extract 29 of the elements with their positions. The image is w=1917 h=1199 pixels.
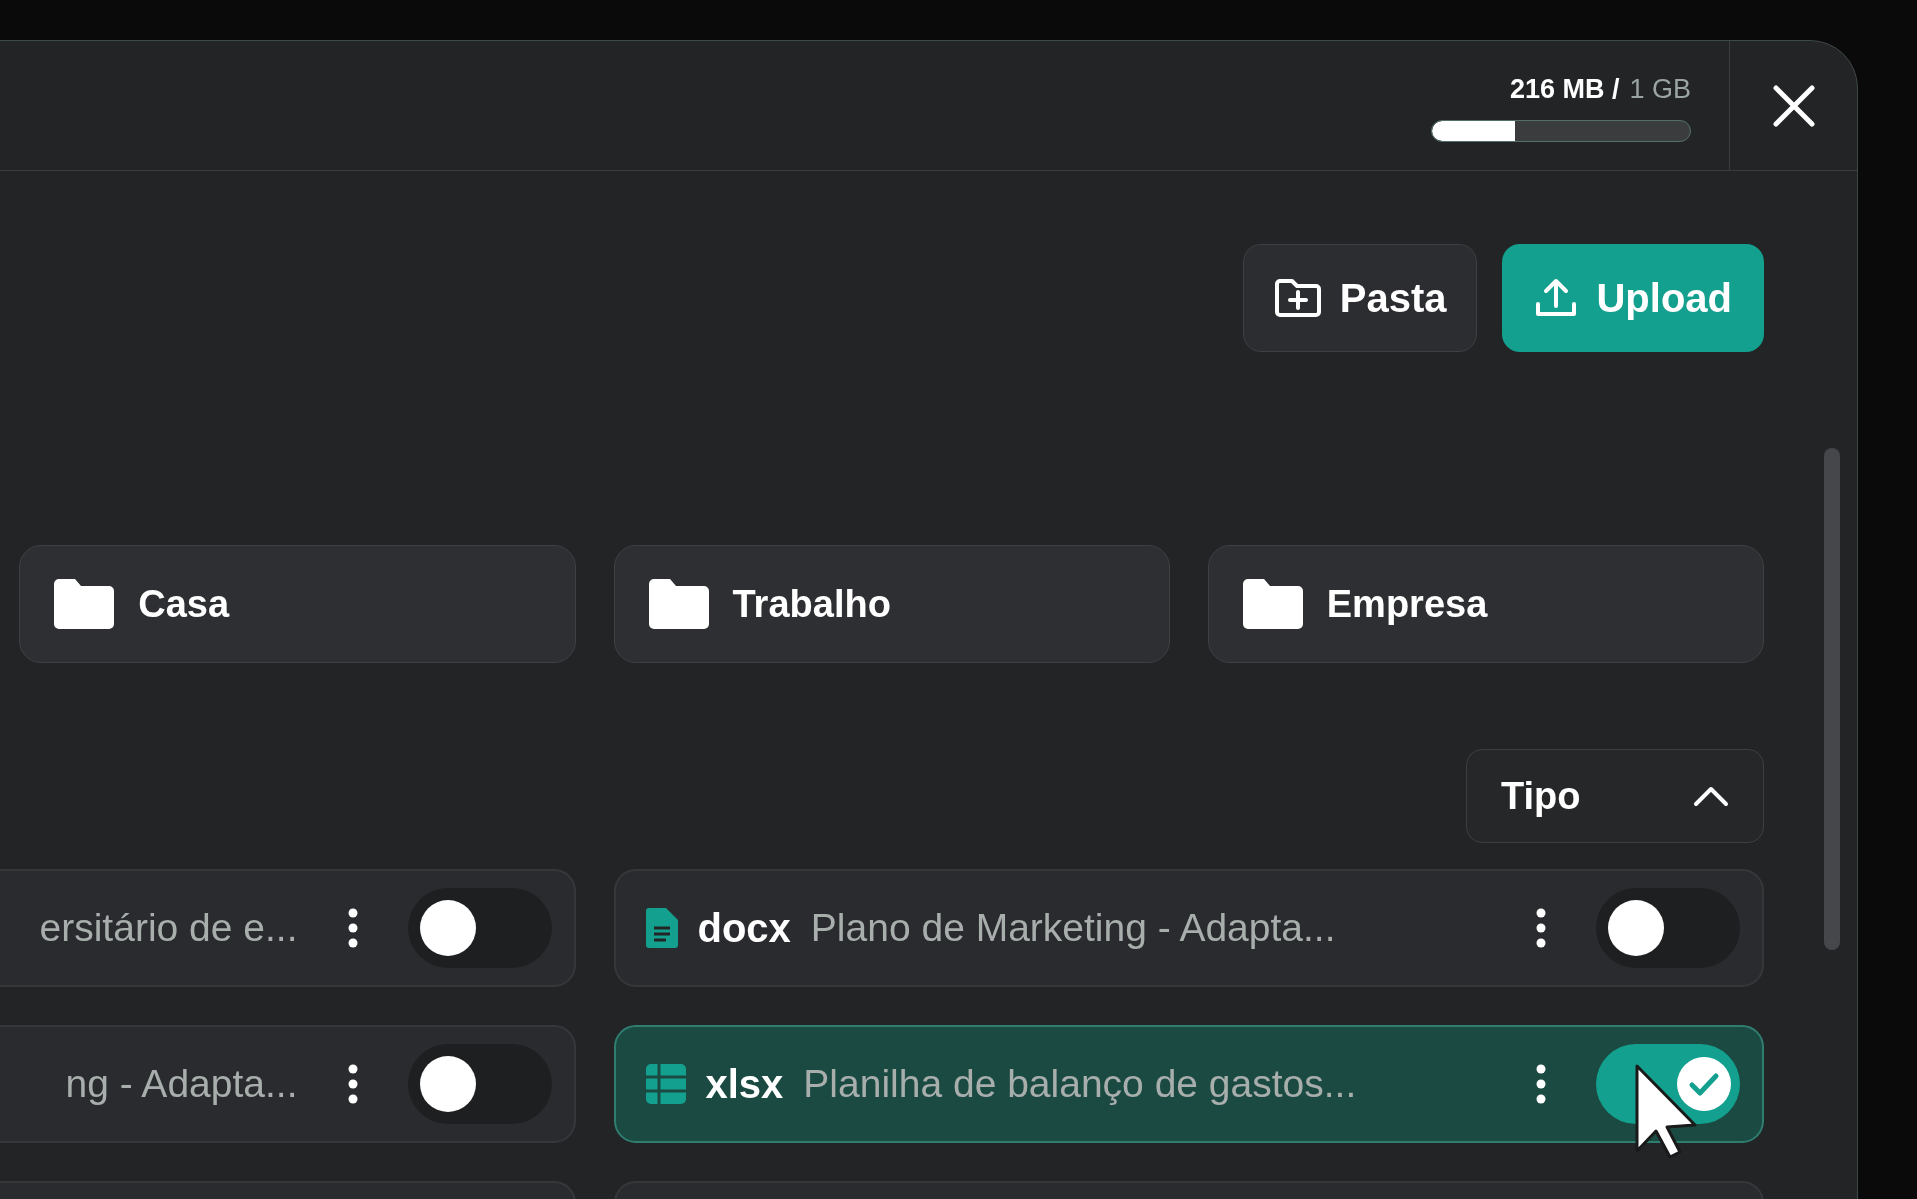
close-icon bbox=[1771, 83, 1816, 128]
more-options-icon[interactable] bbox=[1536, 1064, 1546, 1104]
new-folder-button[interactable]: Pasta bbox=[1242, 244, 1478, 352]
file-card[interactable]: ersitário de e... bbox=[0, 869, 576, 987]
spreadsheet-icon bbox=[645, 1064, 686, 1104]
storage-total: 1 GB bbox=[1629, 73, 1691, 107]
folder-icon bbox=[648, 579, 709, 629]
file-name: Planilha de balanço de gastos... bbox=[803, 1060, 1358, 1107]
check-icon bbox=[1676, 1056, 1732, 1112]
file-name: ersitário de e... bbox=[38, 904, 298, 951]
folder-icon bbox=[1242, 579, 1303, 629]
more-options-icon[interactable] bbox=[1536, 908, 1546, 948]
folder-card[interactable]: Casa bbox=[19, 545, 576, 663]
folder-card[interactable]: Empresa bbox=[1207, 545, 1764, 663]
file-name: Plano de Marketing - Adapta... bbox=[810, 904, 1337, 951]
folder-card[interactable]: Trabalho bbox=[613, 545, 1170, 663]
file-type: xlsx bbox=[705, 1061, 784, 1108]
file-type: docx bbox=[697, 905, 791, 952]
more-options-icon[interactable] bbox=[347, 1064, 358, 1104]
folder-icon bbox=[54, 579, 115, 629]
storage-used: 216 MB / bbox=[1509, 73, 1620, 107]
file-card[interactable]: docx Plano de Marketing - Adapta... bbox=[613, 869, 1764, 987]
file-card[interactable]: ng - Adapta... bbox=[0, 1025, 576, 1143]
file-name: ng - Adapta... bbox=[64, 1060, 298, 1107]
document-icon bbox=[645, 908, 678, 948]
sort-dropdown[interactable]: Tipo bbox=[1466, 749, 1764, 843]
file-card[interactable]: xlsx Planilha de balanço de gastos... bbox=[613, 1025, 1764, 1143]
more-options-icon[interactable] bbox=[347, 908, 358, 948]
folder-add-icon bbox=[1273, 278, 1322, 318]
